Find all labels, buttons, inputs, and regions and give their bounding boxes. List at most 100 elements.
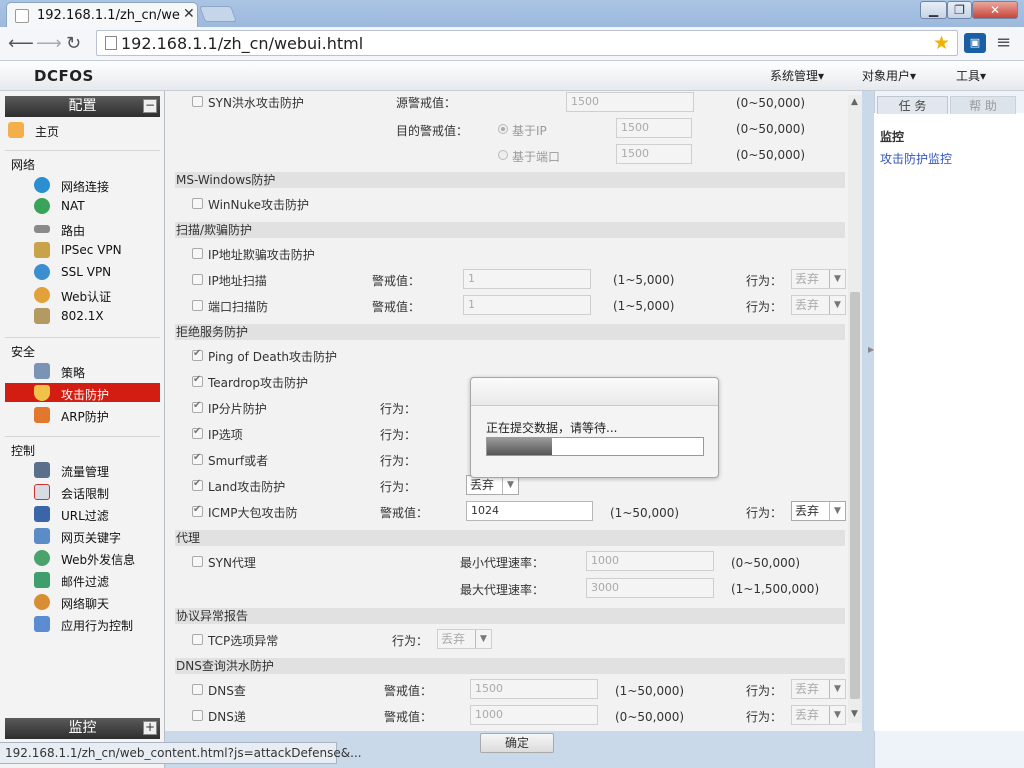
port-scan-action-value: 丢弃 xyxy=(795,298,820,312)
address-bar[interactable]: 192.168.1.1/zh_cn/webui.html ★ xyxy=(96,30,958,56)
config-header[interactable]: 配置 − xyxy=(5,96,160,117)
land-action-value: 丢弃 xyxy=(470,478,495,492)
dns-query-threshold-input[interactable]: 1500 xyxy=(470,679,598,699)
icmp-action-select[interactable]: 丢弃 ▼ xyxy=(791,501,846,521)
sidebar-item-arp[interactable]: ARP防护 xyxy=(5,405,160,425)
chevron-down-icon: ▼ xyxy=(502,476,518,494)
menu-tools[interactable]: 工具▾ xyxy=(956,67,986,84)
port-scan-checkbox[interactable] xyxy=(192,300,203,311)
confirm-button[interactable]: 确定 xyxy=(480,733,554,753)
close-tab-icon[interactable]: ✕ xyxy=(183,6,195,22)
status-url-bubble: 192.168.1.1/zh_cn/web_content.html?js=at… xyxy=(0,742,362,764)
ip-scan-checkbox[interactable] xyxy=(192,274,203,285)
port-scan-threshold-input[interactable]: 1 xyxy=(463,295,591,315)
sidebar-item-home[interactable]: 主页 xyxy=(5,120,160,140)
reload-icon[interactable]: ↻ xyxy=(66,33,81,54)
syn-proxy-checkbox[interactable] xyxy=(192,556,203,567)
port-scan-label: 端口扫描防 xyxy=(208,300,269,314)
syn-src-threshold-input[interactable]: 1500 xyxy=(566,92,694,112)
teardrop-checkbox[interactable] xyxy=(192,374,203,387)
min-proxy-rate-input[interactable]: 1000 xyxy=(586,551,714,571)
extension-icon[interactable]: ▣ xyxy=(964,33,986,53)
sidebar-item-ipsec-vpn[interactable]: IPSec VPN xyxy=(5,240,160,260)
syn-flood-checkbox[interactable] xyxy=(192,96,203,107)
tab-help[interactable]: 帮 助 xyxy=(950,96,1016,114)
min-proxy-rate-range: (0~50,000) xyxy=(731,556,801,570)
browser-menu-icon[interactable]: ≡ xyxy=(996,32,1011,53)
sidebar-item-ssl-vpn[interactable]: SSL VPN xyxy=(5,262,160,282)
max-proxy-rate-label: 最大代理速率： xyxy=(460,583,545,597)
dns-query-action-select[interactable]: 丢弃 ▼ xyxy=(791,679,846,699)
sidebar-item-routing[interactable]: 路由 xyxy=(5,219,160,239)
attack-monitor-link[interactable]: 攻击防护监控 xyxy=(880,150,952,167)
sidebar-item-label: ARP防护 xyxy=(61,410,109,424)
land-checkbox[interactable] xyxy=(192,478,203,491)
winnuke-checkbox[interactable] xyxy=(192,198,203,209)
menu-object-users[interactable]: 对象用户▾ xyxy=(862,67,916,84)
back-arrow-icon[interactable]: ⟵ xyxy=(8,33,34,54)
tcp-option-checkbox[interactable] xyxy=(192,634,203,645)
sidebar-item-nat[interactable]: NAT xyxy=(5,196,160,216)
dns-recursive-checkbox[interactable] xyxy=(192,710,203,721)
sidebar-item-web-outbound[interactable]: Web外发信息 xyxy=(5,548,160,568)
close-window-button[interactable]: ✕ xyxy=(972,1,1018,19)
minimize-button[interactable]: ▁ xyxy=(920,1,947,19)
sidebar-item-label: 流量管理 xyxy=(61,465,110,479)
section-dns-flood: DNS查询洪水防护 xyxy=(175,658,845,674)
sidebar-item-label: Web外发信息 xyxy=(61,553,136,567)
max-proxy-rate-input[interactable]: 3000 xyxy=(586,578,714,598)
ip-scan-threshold-input[interactable]: 1 xyxy=(463,269,591,289)
sidebar-item-web-keyword[interactable]: 网页关键字 xyxy=(5,526,160,546)
ip-option-checkbox[interactable] xyxy=(192,426,203,439)
sidebar-item-attack-defense[interactable]: 攻击防护 xyxy=(5,383,160,402)
ip-spoof-checkbox[interactable] xyxy=(192,248,203,259)
sidebar-item-session-limit[interactable]: 会话限制 xyxy=(5,482,160,502)
group-control: 控制 xyxy=(11,444,36,458)
icmp-threshold-input[interactable]: 1024 xyxy=(466,501,593,521)
syn-ip-radio[interactable] xyxy=(498,124,508,134)
scroll-up-icon[interactable]: ▲ xyxy=(851,97,858,107)
dns-query-label: DNS查 xyxy=(208,684,246,698)
smurf-checkbox[interactable] xyxy=(192,452,203,465)
keyword-icon xyxy=(34,528,50,544)
bookmark-star-icon[interactable]: ★ xyxy=(933,32,950,54)
sidebar-item-policy[interactable]: 策略 xyxy=(5,361,160,381)
sidebar-item-8021x[interactable]: 802.1X xyxy=(5,306,160,326)
syn-port-radio[interactable] xyxy=(498,150,508,160)
syn-ip-input[interactable]: 1500 xyxy=(616,118,692,138)
ping-of-death-checkbox[interactable] xyxy=(192,348,203,361)
menu-system-management[interactable]: 系统管理▾ xyxy=(770,67,824,84)
sidebar-item-im-chat[interactable]: 网络聊天 xyxy=(5,592,160,612)
expand-icon[interactable]: + xyxy=(143,721,157,735)
app-control-icon xyxy=(34,616,50,632)
sidebar-item-traffic[interactable]: 流量管理 xyxy=(5,460,160,480)
collapse-icon[interactable]: − xyxy=(143,99,157,113)
divider xyxy=(5,337,160,338)
ip-option-label: IP选项 xyxy=(208,428,243,442)
monitor-header[interactable]: 监控 + xyxy=(5,718,160,739)
ip-scan-action-select[interactable]: 丢弃 ▼ xyxy=(791,269,846,289)
dns-recursive-action-select[interactable]: 丢弃 ▼ xyxy=(791,705,846,725)
port-scan-action-select[interactable]: 丢弃 ▼ xyxy=(791,295,846,315)
scroll-down-icon[interactable]: ▼ xyxy=(851,709,858,719)
sidebar-item-url-filter[interactable]: URL过滤 xyxy=(5,504,160,524)
page-icon xyxy=(15,9,29,23)
tab-task[interactable]: 任 务 xyxy=(877,96,948,114)
land-action-select[interactable]: 丢弃 ▼ xyxy=(466,475,519,495)
dns-query-threshold-label: 警戒值： xyxy=(384,684,433,698)
forward-arrow-icon[interactable]: ⟶ xyxy=(36,33,62,54)
browser-tab[interactable]: 192.168.1.1/zh_cn/webu ✕ xyxy=(6,2,198,28)
icmp-large-checkbox[interactable] xyxy=(192,504,203,517)
syn-port-input[interactable]: 1500 xyxy=(616,144,692,164)
dns-query-checkbox[interactable] xyxy=(192,684,203,695)
sidebar-item-mail-filter[interactable]: 邮件过滤 xyxy=(5,570,160,590)
dns-recursive-threshold-input[interactable]: 1000 xyxy=(470,705,598,725)
scroll-thumb[interactable] xyxy=(850,292,860,699)
maximize-button[interactable]: ❐ xyxy=(947,1,972,19)
sidebar-item-web-auth[interactable]: Web认证 xyxy=(5,285,160,305)
new-tab-button[interactable] xyxy=(199,6,237,22)
sidebar-item-network-connection[interactable]: 网络连接 xyxy=(5,175,160,195)
ip-fragment-checkbox[interactable] xyxy=(192,400,203,413)
sidebar-item-app-control[interactable]: 应用行为控制 xyxy=(5,614,160,634)
tcp-option-action-select[interactable]: 丢弃 ▼ xyxy=(437,629,492,649)
